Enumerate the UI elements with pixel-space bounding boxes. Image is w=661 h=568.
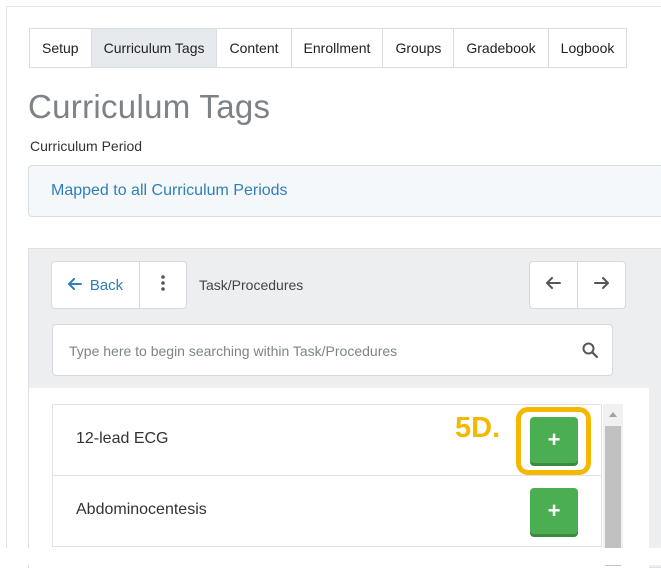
curriculum-period-box: Mapped to all Curriculum Periods <box>28 165 661 217</box>
back-button[interactable]: Back <box>52 262 140 308</box>
course-tabs: Setup Curriculum Tags Content Enrollment… <box>29 28 628 68</box>
window-frame-top <box>6 6 661 7</box>
scroll-up-arrow-icon[interactable] <box>603 404 623 424</box>
annotation-step-label: 5D. <box>455 412 501 444</box>
tab-curriculum-tags[interactable]: Curriculum Tags <box>91 29 218 67</box>
screenshot-edge <box>0 548 661 565</box>
tab-gradebook[interactable]: Gradebook <box>454 29 549 67</box>
search-input[interactable] <box>67 339 561 363</box>
item-label: Abdominocentesis <box>76 501 207 518</box>
pager-button-group <box>529 261 626 309</box>
curriculum-period-link[interactable]: Mapped to all Curriculum Periods <box>51 182 288 200</box>
more-options-button[interactable] <box>140 262 186 308</box>
scrollbar[interactable] <box>603 404 623 566</box>
previous-button[interactable] <box>530 262 578 308</box>
breadcrumb: Task/Procedures <box>199 277 304 293</box>
next-button[interactable] <box>578 262 625 308</box>
list-item: Abdominocentesis + <box>52 475 602 547</box>
search-icon[interactable] <box>582 342 599 363</box>
back-menu-button-group: Back <box>51 261 187 309</box>
tab-setup[interactable]: Setup <box>30 29 92 67</box>
arrow-left-icon <box>546 276 561 294</box>
tab-logbook[interactable]: Logbook <box>549 29 628 67</box>
add-tag-button[interactable]: + <box>530 488 578 534</box>
item-label: 12-lead ECG <box>76 430 169 447</box>
tab-content[interactable]: Content <box>217 29 292 67</box>
arrow-left-icon <box>67 277 82 294</box>
scrollbar-thumb[interactable] <box>605 426 621 566</box>
kebab-icon <box>161 274 165 296</box>
curriculum-period-label: Curriculum Period <box>30 138 143 154</box>
back-button-label: Back <box>89 276 124 294</box>
tab-enrollment[interactable]: Enrollment <box>292 29 384 67</box>
window-frame-left <box>6 6 7 548</box>
search-box <box>52 324 613 376</box>
annotation-highlight-box <box>516 407 591 475</box>
tab-groups[interactable]: Groups <box>383 29 455 67</box>
page-title: Curriculum Tags <box>28 88 271 125</box>
arrow-right-icon <box>594 276 609 294</box>
